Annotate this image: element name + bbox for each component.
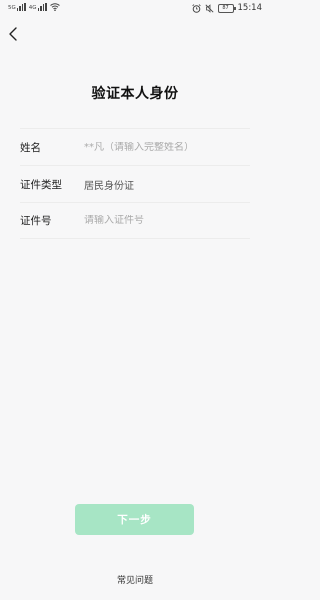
form-row-id-type[interactable]: 证件类型 居民身份证 bbox=[20, 165, 250, 202]
network-type-label: 5G bbox=[8, 5, 16, 11]
signal-strength-icon bbox=[16, 3, 26, 11]
id-number-input[interactable] bbox=[84, 215, 234, 226]
page-title: 验证本人身份 bbox=[91, 86, 179, 102]
status-bar: 5G 4G 87 15:14 bbox=[0, 0, 270, 18]
back-button[interactable] bbox=[4, 24, 24, 44]
alarm-icon bbox=[191, 3, 201, 13]
faq-link[interactable]: 常见问题 bbox=[0, 573, 270, 586]
id-type-label: 证件类型 bbox=[20, 178, 62, 191]
wifi-icon bbox=[49, 3, 60, 11]
identity-form: 姓名 证件类型 居民身份证 证件号 bbox=[20, 128, 250, 239]
status-bar-right: 87 15:14 bbox=[191, 3, 263, 13]
name-input[interactable] bbox=[84, 141, 234, 153]
network-type-label: 4G bbox=[28, 5, 37, 11]
status-time: 15:14 bbox=[237, 3, 263, 13]
status-bar-left: 5G 4G bbox=[8, 3, 60, 11]
name-label: 姓名 bbox=[20, 141, 41, 154]
battery-icon: 87 bbox=[217, 3, 236, 13]
id-type-value[interactable]: 居民身份证 bbox=[84, 177, 134, 192]
signal-strength-icon bbox=[37, 3, 47, 11]
next-button[interactable]: 下一步 bbox=[75, 504, 194, 535]
form-row-id-number: 证件号 bbox=[20, 202, 250, 239]
chevron-left-icon bbox=[9, 27, 17, 41]
id-number-label: 证件号 bbox=[20, 215, 52, 227]
form-row-name: 姓名 bbox=[20, 128, 250, 165]
battery-level: 87 bbox=[222, 4, 229, 11]
mute-icon bbox=[204, 3, 214, 13]
network-indicator-1: 5G bbox=[8, 3, 26, 11]
network-indicator-2: 4G bbox=[29, 3, 47, 11]
